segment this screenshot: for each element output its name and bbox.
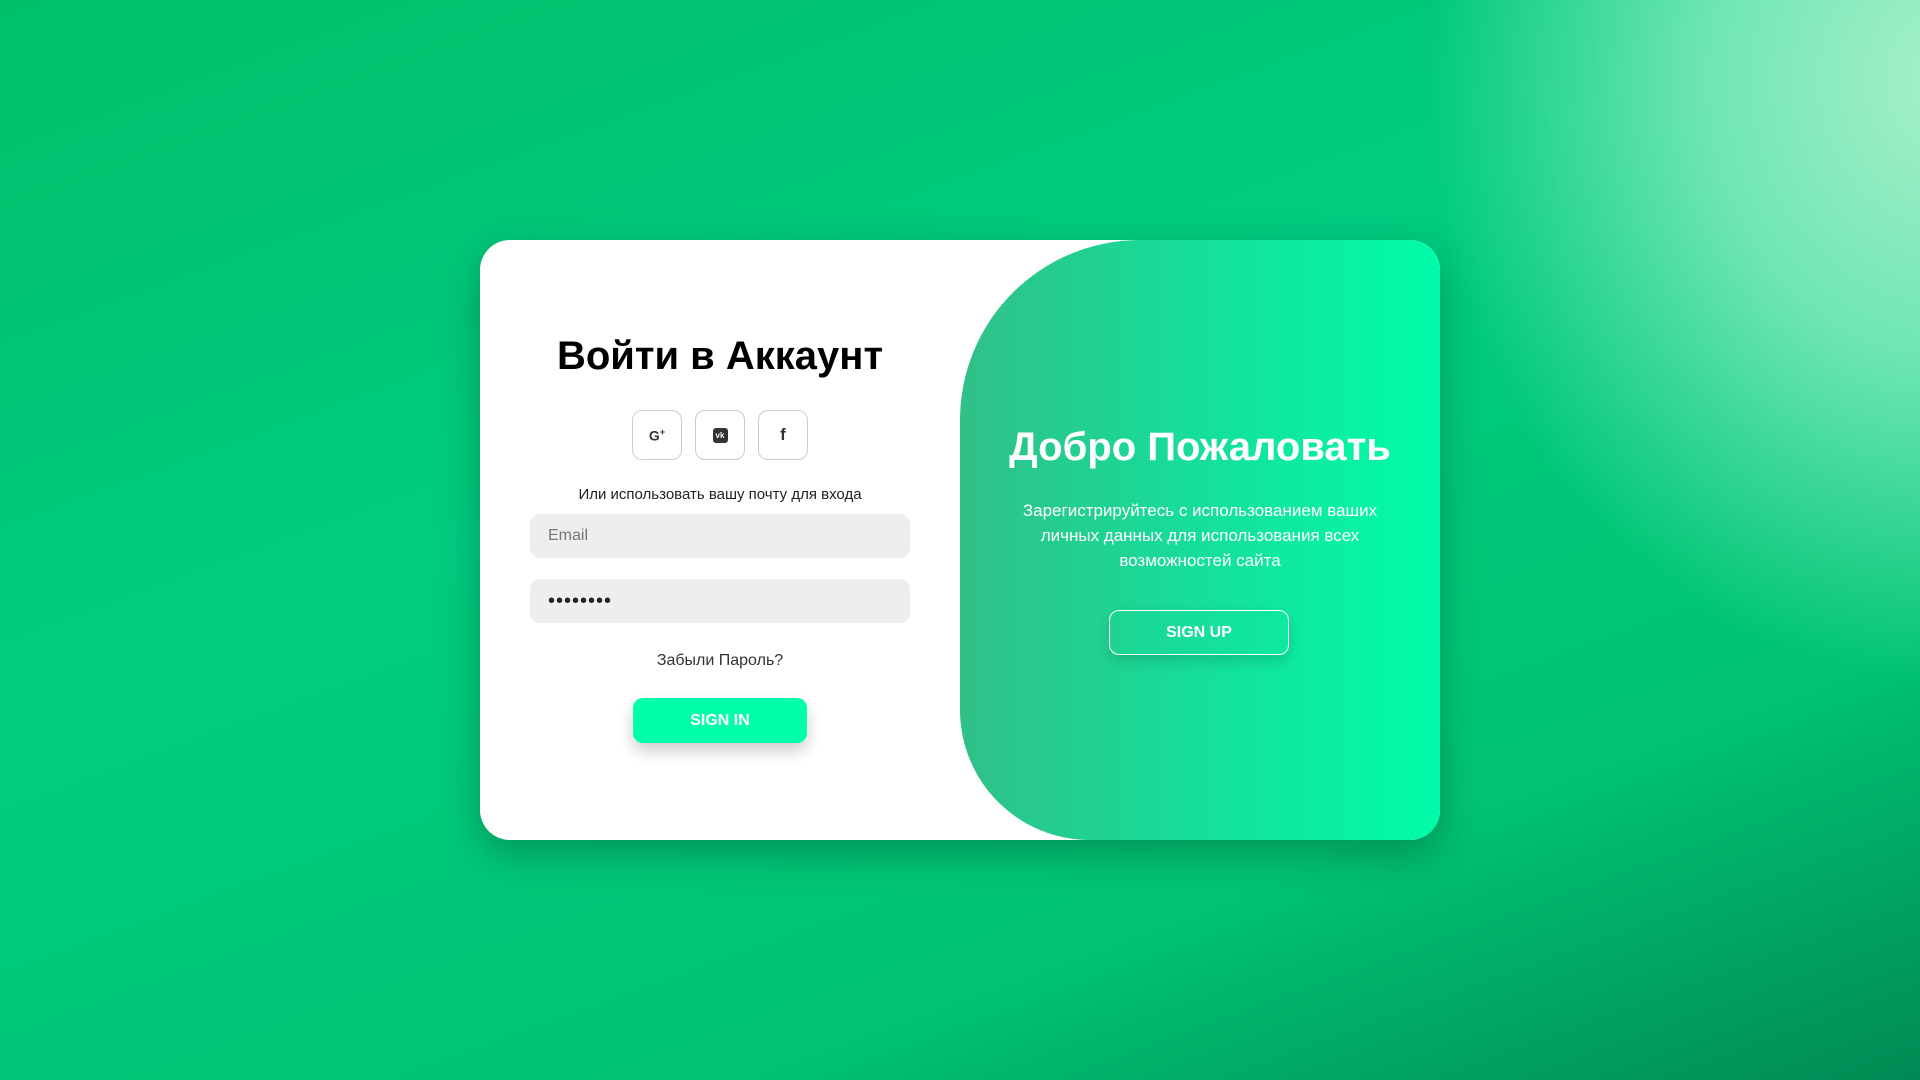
sign-in-button[interactable]: SIGN IN bbox=[633, 698, 807, 743]
auth-card: Войти в Аккаунт G+ vk f Или использовать… bbox=[480, 240, 1440, 840]
forgot-password-link[interactable]: Забыли Пароль? bbox=[480, 652, 960, 670]
vk-button[interactable]: vk bbox=[695, 410, 745, 460]
welcome-panel: Добро Пожаловать Зарегистрируйтесь с исп… bbox=[960, 240, 1440, 840]
facebook-icon: f bbox=[780, 425, 786, 444]
google-plus-button[interactable]: G+ bbox=[632, 410, 682, 460]
vk-icon: vk bbox=[712, 427, 728, 443]
welcome-title: Добро Пожаловать bbox=[1009, 425, 1391, 469]
sign-in-title: Войти в Аккаунт bbox=[556, 334, 884, 378]
welcome-text: Зарегистрируйтесь с использованием ваших… bbox=[1022, 501, 1378, 570]
password-input[interactable] bbox=[530, 579, 910, 623]
sign-up-button[interactable]: SIGN UP bbox=[1109, 610, 1289, 655]
social-login: G+ vk f bbox=[632, 410, 808, 460]
email-hint: Или использовать вашу почту для входа bbox=[578, 486, 862, 503]
sign-in-panel: Войти в Аккаунт G+ vk f Или использовать… bbox=[480, 240, 960, 840]
facebook-button[interactable]: f bbox=[758, 410, 808, 460]
email-input[interactable] bbox=[530, 514, 910, 558]
google-plus-icon: G+ bbox=[648, 426, 666, 444]
